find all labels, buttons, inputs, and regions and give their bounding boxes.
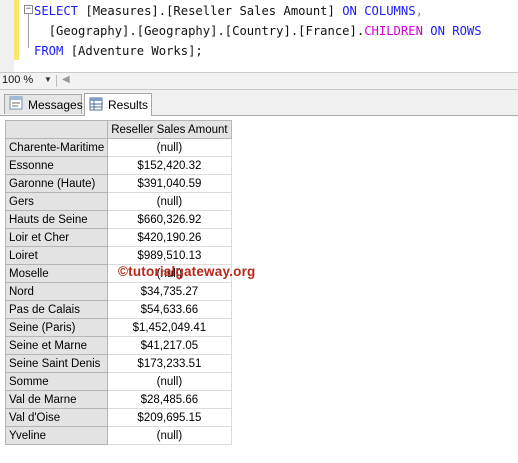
tab-results[interactable]: Results xyxy=(84,93,152,116)
table-cell[interactable]: $173,233.51 xyxy=(107,354,232,373)
function-children: CHILDREN xyxy=(364,24,423,38)
row-header[interactable]: Gers xyxy=(4,192,109,211)
results-tabbar: Messages Results xyxy=(0,90,518,116)
table-cell[interactable]: $420,190.26 xyxy=(107,228,232,247)
keyword-on-columns: ON COLUMNS xyxy=(342,4,416,18)
column-header-reseller-sales-amount[interactable]: Reseller Sales Amount xyxy=(107,120,232,139)
query-editor[interactable]: − SELECT [Measures].[Reseller Sales Amou… xyxy=(0,0,518,72)
tab-results-label: Results xyxy=(108,98,149,112)
watermark: ©tutorialgateway.org xyxy=(118,264,256,279)
table-cell[interactable]: (null) xyxy=(107,372,232,391)
row-header[interactable]: Val d'Oise xyxy=(4,408,109,427)
tab-messages-label: Messages xyxy=(28,97,83,112)
table-cell[interactable]: $41,217.05 xyxy=(107,336,232,355)
table-cell[interactable]: $209,695.15 xyxy=(107,408,232,427)
table-row: Nord $34,735.27 xyxy=(4,282,232,301)
row-header[interactable]: Yveline xyxy=(4,426,109,445)
table-cell[interactable]: $989,510.13 xyxy=(107,246,232,265)
comma: , xyxy=(415,4,423,18)
measure-reference: [Measures].[Reseller Sales Amount] xyxy=(78,4,343,18)
table-row: Loiret $989,510.13 xyxy=(4,246,232,265)
table-row: Val de Marne $28,485.66 xyxy=(4,390,232,409)
query-text[interactable]: SELECT [Measures].[Reseller Sales Amount… xyxy=(34,1,482,61)
row-header[interactable]: Val de Marne xyxy=(4,390,109,409)
table-row: Pas de Calais $54,633.66 xyxy=(4,300,232,319)
row-header[interactable]: Hauts de Seine xyxy=(4,210,109,229)
zoom-select[interactable]: 100 % xyxy=(2,74,33,86)
chevron-down-icon[interactable]: ▼ xyxy=(44,75,52,84)
messages-icon xyxy=(9,96,23,113)
table-row: Seine Saint Denis $173,233.51 xyxy=(4,354,232,373)
collapse-icon[interactable]: − xyxy=(24,5,33,14)
row-header[interactable]: Seine (Paris) xyxy=(4,318,109,337)
row-header[interactable]: Nord xyxy=(4,282,109,301)
row-header[interactable]: Pas de Calais xyxy=(4,300,109,319)
cube-reference: [Adventure Works]; xyxy=(63,44,203,58)
table-cell[interactable]: (null) xyxy=(107,192,232,211)
table-cell[interactable]: $1,452,049.41 xyxy=(107,318,232,337)
row-header[interactable]: Seine Saint Denis xyxy=(4,354,109,373)
keyword-select: SELECT xyxy=(34,4,79,18)
keyword-from: FROM xyxy=(34,44,64,58)
table-cell[interactable]: $34,735.27 xyxy=(107,282,232,301)
table-cell[interactable]: $391,040.59 xyxy=(107,174,232,193)
geography-path: [Geography].[Geography].[Country].[Franc… xyxy=(48,24,365,38)
outline-guide xyxy=(28,14,29,48)
change-tracking-bar xyxy=(14,0,19,60)
row-header[interactable]: Moselle xyxy=(4,264,109,283)
table-cell[interactable]: $152,420.32 xyxy=(107,156,232,175)
grid-corner[interactable] xyxy=(4,120,109,139)
table-row: Garonne (Haute) $391,040.59 xyxy=(4,174,232,193)
row-header[interactable]: Loir et Cher xyxy=(4,228,109,247)
zoom-divider xyxy=(56,75,57,87)
table-row: Yveline (null) xyxy=(4,426,232,445)
keyword-on-rows: ON ROWS xyxy=(422,24,482,38)
results-table: Reseller Sales Amount Charente-Maritime(… xyxy=(4,120,232,445)
editor-margin xyxy=(0,0,14,72)
table-row: Gers (null) xyxy=(4,192,232,211)
table-row: Val d'Oise $209,695.15 xyxy=(4,408,232,427)
table-row: Charente-Maritime (null) xyxy=(4,138,232,157)
table-row: Seine (Paris) $1,452,049.41 xyxy=(4,318,232,337)
row-header[interactable]: Garonne (Haute) xyxy=(4,174,109,193)
table-cell[interactable]: $28,485.66 xyxy=(107,390,232,409)
row-header[interactable]: Essonne xyxy=(4,156,109,175)
table-row: Somme (null) xyxy=(4,372,232,391)
zoom-bar: 100 % ▼ ◀ xyxy=(0,72,518,90)
row-header[interactable]: Somme xyxy=(4,372,109,391)
table-cell[interactable]: (null) xyxy=(107,138,232,157)
table-cell[interactable]: $54,633.66 xyxy=(107,300,232,319)
row-header[interactable]: Charente-Maritime xyxy=(4,138,109,157)
row-header[interactable]: Loiret xyxy=(4,246,109,265)
tab-messages[interactable]: Messages xyxy=(4,94,83,114)
table-row: Seine et Marne $41,217.05 xyxy=(4,336,232,355)
table-row: Essonne $152,420.32 xyxy=(4,156,232,175)
scroll-left-icon[interactable]: ◀ xyxy=(62,74,70,85)
results-grid: Reseller Sales Amount Charente-Maritime(… xyxy=(0,116,518,463)
row-header[interactable]: Seine et Marne xyxy=(4,336,109,355)
table-cell[interactable]: (null) xyxy=(107,426,232,445)
table-cell[interactable]: $660,326.92 xyxy=(107,210,232,229)
table-row: Loir et Cher $420,190.26 xyxy=(4,228,232,247)
table-row: Hauts de Seine $660,326.92 xyxy=(4,210,232,229)
grid-icon xyxy=(89,97,103,114)
